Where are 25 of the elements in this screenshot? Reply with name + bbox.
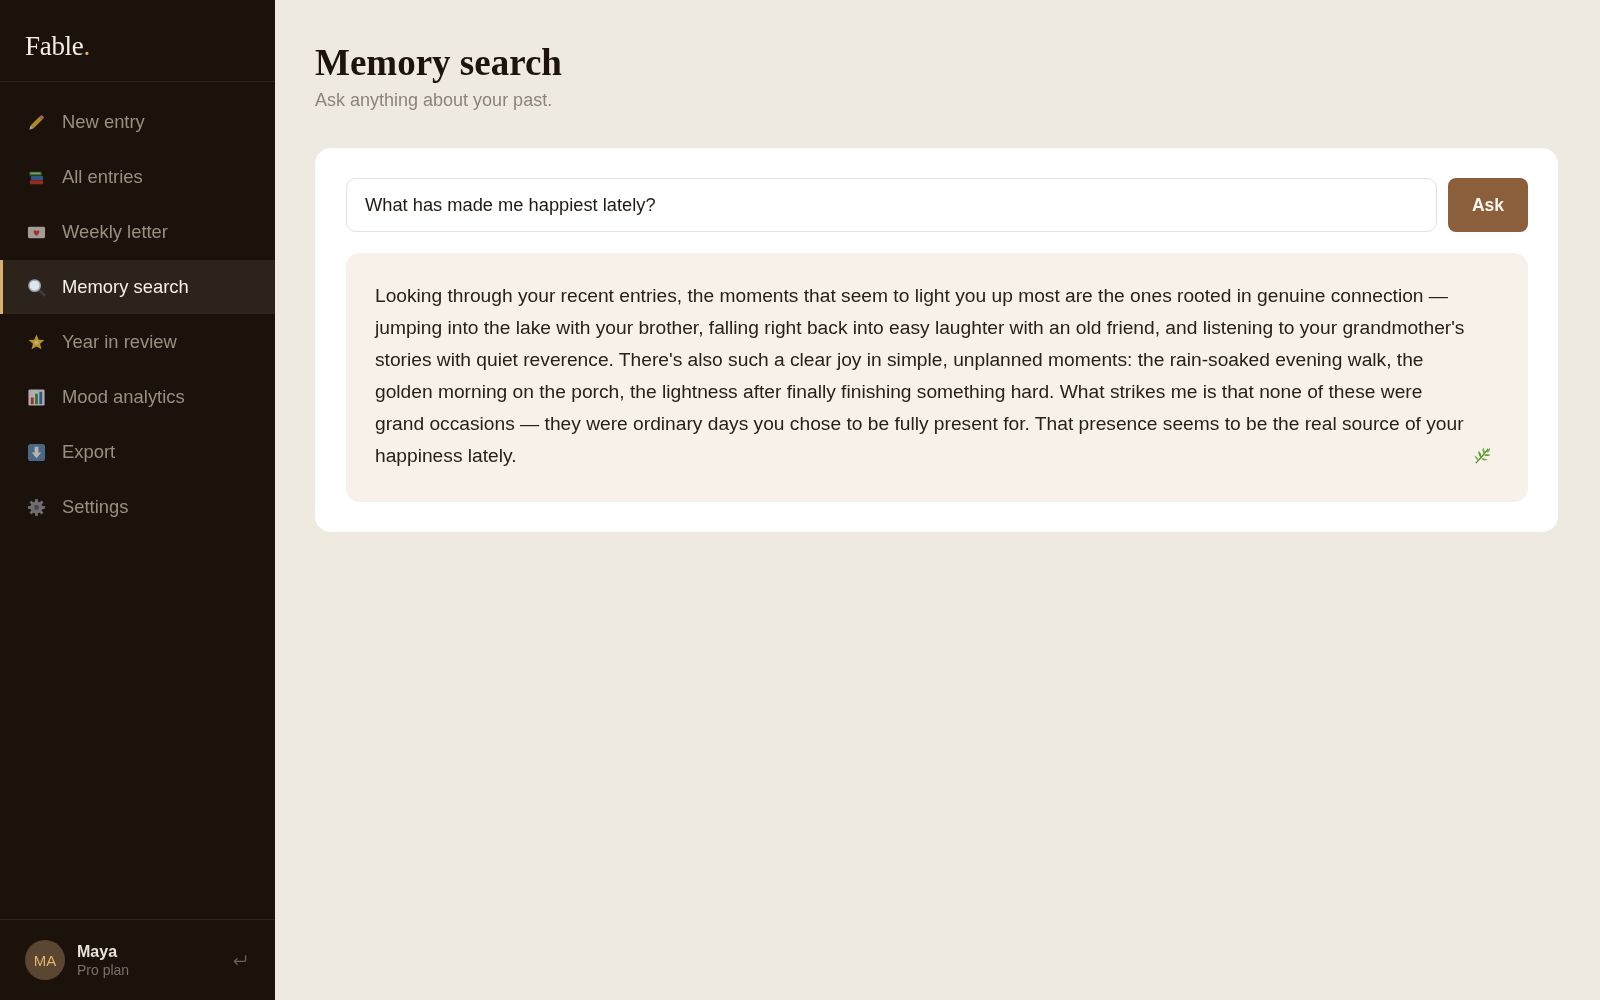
- nav-item[interactable]: Export: [0, 425, 275, 479]
- bar-chart-icon: [27, 387, 46, 407]
- nav-item[interactable]: All entries: [0, 150, 275, 204]
- page-title: Memory search: [315, 41, 563, 85]
- app-logo: Fable.: [25, 31, 90, 62]
- star-icon: [27, 332, 46, 352]
- nav-item[interactable]: Memory search: [0, 260, 275, 314]
- nav-item[interactable]: Year in review: [0, 315, 275, 369]
- nav-item[interactable]: New entry: [0, 95, 275, 149]
- search-icon: [27, 277, 46, 297]
- user-name: Maya: [77, 942, 119, 961]
- ask-button[interactable]: Ask: [1448, 178, 1528, 232]
- nav-item[interactable]: Weekly letter: [0, 205, 275, 259]
- user-plan: Pro plan: [77, 961, 131, 978]
- page-subtitle: Ask anything about your past.: [315, 89, 554, 111]
- return-arrow-icon[interactable]: [232, 954, 247, 966]
- pencil-icon: [27, 112, 46, 132]
- question-field[interactable]: What has made me happiest lately?: [346, 178, 1437, 232]
- arrow-down-icon: [27, 442, 46, 462]
- nav-item[interactable]: Mood analytics: [0, 370, 275, 424]
- user-avatar: MA: [25, 940, 65, 980]
- leaf-icon: [1473, 446, 1492, 465]
- gear-icon: [27, 497, 46, 517]
- answer-text: Looking through your recent entries, the moments that seem to light you up most are the ones rooted in genuine connection — jumping into the lake with your brother, falling right back into easy laughter with an old friend, and listening to your grandmother's stories with quiet reverence. There's also such a clear joy in simple, unplanned moments: the rain-soaked evening walk, the golden morning on the porch, the lightness after finally finishing something hard. What strikes me is that none of these were grand occasions — they were ordinary days you chose to be fully present for. That presence seems to be the real source of your happiness lately.: [375, 284, 1466, 468]
- nav-item[interactable]: Settings: [0, 480, 275, 534]
